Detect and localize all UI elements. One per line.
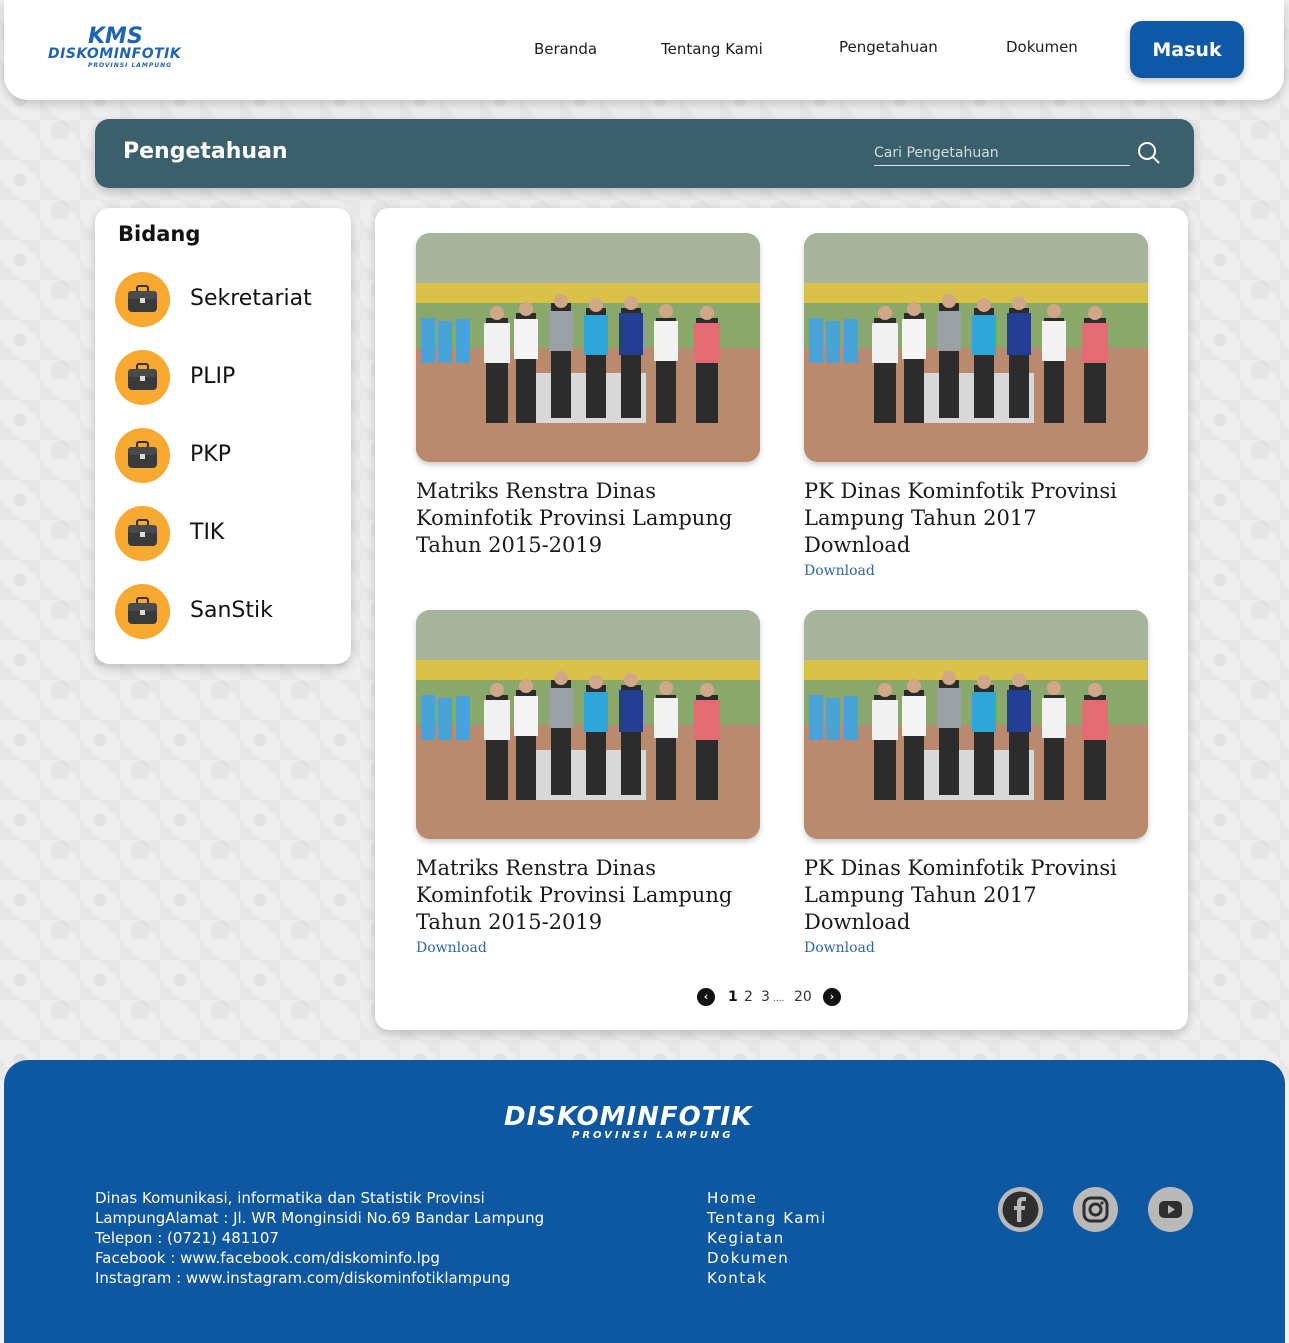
briefcase-icon <box>115 428 170 483</box>
login-button[interactable]: Masuk <box>1130 21 1244 78</box>
footer-logo: DISKOMINFOTIK PROVINSI LAMPUNG <box>504 1102 794 1142</box>
sidebar-item-pkp[interactable]: PKP <box>115 428 340 484</box>
footer-link-home[interactable]: Home <box>707 1188 827 1208</box>
sidebar-item-plip[interactable]: PLIP <box>115 350 340 406</box>
card-title[interactable]: PK Dinas Kominfotik Provinsi Lampung Tah… <box>804 855 1148 936</box>
download-link[interactable]: Download <box>804 563 875 579</box>
footer-info-line: Facebook : www.facebook.com/diskominfo.l… <box>95 1249 440 1267</box>
knowledge-list-panel: Matriks Renstra Dinas Kominfotik Provins… <box>375 208 1188 1030</box>
footer-link-kegiatan[interactable]: Kegiatan <box>707 1228 827 1248</box>
footer-brand: DISKOMINFOTIK <box>504 1102 753 1132</box>
logo-sub-text: PROVINSI LAMPUNG <box>88 62 173 69</box>
footer-info-line: LampungAlamat : Jl. WR Monginsidi No.69 … <box>95 1209 545 1227</box>
page-3[interactable]: 3 <box>761 989 770 1005</box>
nav-pengetahuan[interactable]: Pengetahuan <box>839 38 938 56</box>
page-header-bar: Pengetahuan <box>95 119 1194 188</box>
sidebar-item-sekretariat[interactable]: Sekretariat <box>115 272 340 328</box>
logo-brand-text: DISKOMINFOTIK <box>48 46 182 62</box>
sidebar-item-label: SanStik <box>190 598 273 623</box>
footer-contact-info: Dinas Komunikasi, informatika dan Statis… <box>95 1188 544 1288</box>
footer-link-tentang-kami[interactable]: Tentang Kami <box>707 1208 827 1228</box>
site-footer: DISKOMINFOTIK PROVINSI LAMPUNG Dinas Kom… <box>4 1060 1285 1343</box>
card-photo[interactable] <box>416 610 760 839</box>
page-20[interactable]: 20 <box>794 989 812 1005</box>
search-input[interactable] <box>874 141 1130 166</box>
sidebar-item-sanstik[interactable]: SanStik <box>115 584 340 640</box>
pagination: ‹ 1 2 3 .... 20 › <box>697 988 847 1008</box>
instagram-icon[interactable] <box>1073 1187 1118 1232</box>
download-link[interactable]: Download <box>416 940 487 956</box>
footer-info-line: Telepon : (0721) 481107 <box>95 1229 279 1247</box>
search-icon[interactable] <box>1137 141 1161 165</box>
card-title[interactable]: Matriks Renstra Dinas Kominfotik Provins… <box>416 855 760 936</box>
card-photo[interactable] <box>804 610 1148 839</box>
card-title[interactable]: Matriks Renstra Dinas Kominfotik Provins… <box>416 478 760 559</box>
prev-page-icon[interactable]: ‹ <box>697 988 715 1006</box>
footer-nav: Home Tentang Kami Kegiatan Dokumen Konta… <box>707 1188 827 1288</box>
sidebar-item-tik[interactable]: TIK <box>115 506 340 562</box>
card-title[interactable]: PK Dinas Kominfotik Provinsi Lampung Tah… <box>804 478 1148 559</box>
footer-link-kontak[interactable]: Kontak <box>707 1268 827 1288</box>
card-photo[interactable] <box>416 233 760 462</box>
briefcase-icon <box>115 272 170 327</box>
facebook-icon[interactable] <box>998 1187 1043 1232</box>
card-photo[interactable] <box>804 233 1148 462</box>
page-2[interactable]: 2 <box>744 989 753 1005</box>
briefcase-icon <box>115 506 170 561</box>
briefcase-icon <box>115 584 170 639</box>
nav-tentang-kami[interactable]: Tentang Kami <box>661 40 763 58</box>
sidebar-item-label: PKP <box>190 442 231 467</box>
sidebar-item-label: PLIP <box>190 364 236 389</box>
bidang-sidebar: Bidang Sekretariat PLIP PKP TIK SanStik <box>95 208 351 664</box>
page-title: Pengetahuan <box>123 139 288 164</box>
sidebar-item-label: Sekretariat <box>190 286 312 311</box>
youtube-icon[interactable] <box>1148 1187 1193 1232</box>
sidebar-item-label: TIK <box>190 520 225 545</box>
download-link[interactable]: Download <box>804 940 875 956</box>
next-page-icon[interactable]: › <box>823 988 841 1006</box>
sidebar-heading: Bidang <box>118 222 201 246</box>
briefcase-icon <box>115 350 170 405</box>
footer-link-dokumen[interactable]: Dokumen <box>707 1248 827 1268</box>
footer-info-line: Dinas Komunikasi, informatika dan Statis… <box>95 1189 485 1207</box>
top-navbar: KMS DISKOMINFOTIK PROVINSI LAMPUNG Beran… <box>4 0 1284 100</box>
footer-info-line: Instagram : www.instagram.com/diskominfo… <box>95 1269 511 1287</box>
nav-beranda[interactable]: Beranda <box>534 40 597 58</box>
nav-dokumen[interactable]: Dokumen <box>1006 38 1078 56</box>
page-1[interactable]: 1 <box>728 989 738 1005</box>
page-ellipsis: .... <box>773 994 785 1004</box>
site-logo[interactable]: KMS DISKOMINFOTIK PROVINSI LAMPUNG <box>48 24 198 70</box>
footer-brand-sub: PROVINSI LAMPUNG <box>572 1130 734 1141</box>
